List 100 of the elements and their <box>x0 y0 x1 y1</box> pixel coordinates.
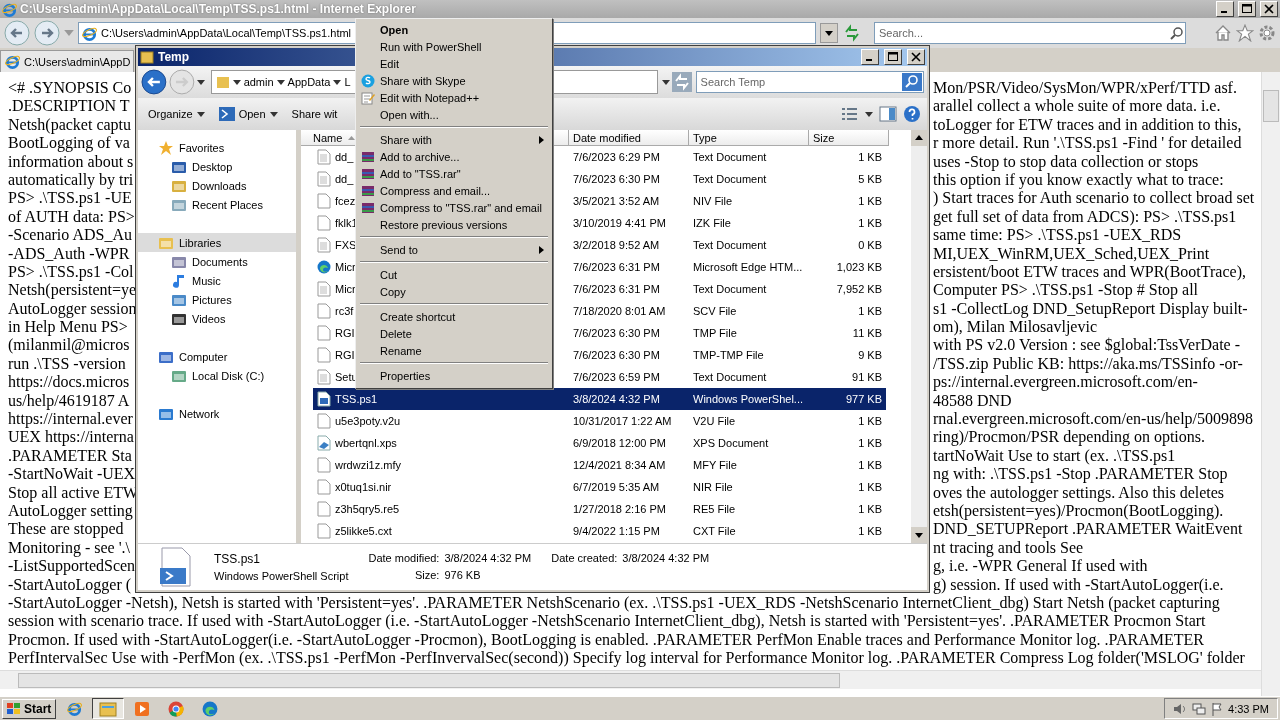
type-cell-text: NIR File <box>692 480 734 495</box>
page-text: https://docs.micros <box>8 373 131 392</box>
type-cell: Windows PowerShel... <box>689 388 809 410</box>
page-text: UEX https://interna <box>8 428 133 447</box>
page-text: session with scenario trace. If used with -StartAutoLogger (i.e. -StartAutoLogger -NetshScenario InternetClient_dbg), Netsh is started with 'Persistent=yes'. .PARAMETER Procmon Start <box>8 612 1206 631</box>
date-cell-text: 7/6/2023 6:30 PM <box>572 348 661 363</box>
size-cell-text: 1 KB <box>857 502 883 517</box>
file-name: dd_ <box>335 151 354 163</box>
file-name: TSS.ps1 <box>335 393 378 405</box>
size-cell-text: 1 KB <box>857 150 883 165</box>
page-text: ) Start traces for Auth scenario to collect broad set <box>933 189 1255 208</box>
size-cell-text: 9 KB <box>857 348 883 363</box>
page-text: tartNoWait Use to start (ex. .\TSS.ps1 <box>933 446 1176 466</box>
page-text: with PS v2.0 Version : see $global:TssVerDate - <box>933 336 1240 355</box>
page-text: same time: PS> .\TSS.ps1 -UEX_RDS <box>933 226 1182 245</box>
date-cell-text: 7/6/2023 6:31 PM <box>572 282 661 297</box>
date-cell-text: 3/2/2018 9:52 AM <box>572 238 661 253</box>
page-text: Computer PS> .\TSS.ps1 -Stop # Stop all <box>933 281 1199 300</box>
detail-value: 976 KB <box>444 569 482 581</box>
page-text: -StartNoWait -UEX <box>8 465 133 484</box>
page-text: this option if you know exactly what to trace: <box>933 170 1224 190</box>
page-text: ps://internal.evergreen.microsoft.com/en- <box>933 373 1198 392</box>
page-text: PerfIntervalSec Use with -PerfMon (ex. .\TSS.ps1 -PerfMon -PerfInvervalSec(second)) Specify log interval for Performance Monitor log. .PARAMETER Compress Log folder('MSLOG' folder <box>8 649 1245 668</box>
type-cell-text: CXT File <box>692 524 737 539</box>
page-text: These are stopped <box>8 520 125 539</box>
page-text: (milanmil@micros <box>8 336 131 355</box>
page-text: oves the autologger settings. Also this deletes <box>933 483 1225 502</box>
page-text: -ListSupportedScen <box>8 557 133 576</box>
file-name: FXS <box>335 239 357 251</box>
page-text: -StartAutoLogger -Netsh), Netsh is started with 'Persistent=yes'. .PARAMETER NetshScenario (ex. .\TSS.ps1 -UEX_RDS -NetshScenario InternetClient_dbg) Start Netsh (packet capturing <box>8 593 1220 613</box>
page-text: MI,UEX_WinRM,UEX_Sched,UEX_Print <box>933 244 1210 263</box>
date-cell-text: 3/5/2021 3:52 AM <box>572 194 661 209</box>
size-cell-text: 1 KB <box>857 304 883 319</box>
type-cell-text: Text Document <box>692 370 768 385</box>
page-text: us/help/4619187 A <box>8 391 131 411</box>
size-cell-text: 1 KB <box>857 414 883 429</box>
date-cell-text: 1/27/2018 2:16 PM <box>572 502 667 517</box>
file-name: fcez <box>335 195 356 207</box>
page-text: DND_SETUPReport .PARAMETER WaitEvent <box>933 520 1243 539</box>
page-text: g, i.e. -WPR General If used with <box>933 557 1148 576</box>
file-name: wrdwzi1z.mfy <box>335 459 401 471</box>
page-text: AutoLogger setting <box>8 502 133 521</box>
page-text: https://internal.ever <box>8 410 133 429</box>
page-text: s1 -CollectLog DND_SetupReport Display built- <box>933 299 1248 319</box>
page-text: -ADS_Auth -WPR <box>8 244 131 263</box>
date-cell-text: 7/18/2020 8:01 AM <box>572 304 667 319</box>
size-cell-text: 7,952 KB <box>835 282 883 297</box>
date-cell-text: 9/4/2022 1:15 PM <box>572 524 661 539</box>
type-cell-text: MFY File <box>692 458 738 473</box>
size-cell-text: 91 KB <box>851 370 883 385</box>
file-name: RGI <box>335 327 355 339</box>
page-text: ng with: .\TSS.ps1 -Stop .PARAMETER Stop <box>933 465 1228 484</box>
size-cell-text: 1 KB <box>857 524 883 539</box>
page-text: ersistent/boot ETW traces and WPR(BootTrace), <box>933 262 1246 282</box>
type-cell-text: V2U File <box>692 414 737 429</box>
detail-label: Date modified: <box>368 552 440 564</box>
page-text: PS> .\TSS.ps1 -Col <box>8 262 133 282</box>
file-name: Micr <box>335 261 356 273</box>
file-name: Micr <box>335 283 356 295</box>
page-text: rnal.evergreen.microsoft.com/en-us/help/5009898 <box>933 410 1254 429</box>
page-text: Monitoring - see '.\ <box>8 538 131 558</box>
size-cell-text: 1 KB <box>857 216 883 231</box>
type-cell-text: Text Document <box>692 150 768 165</box>
file-name: wbertqnl.xps <box>335 437 397 449</box>
file-name: RGI <box>335 349 355 361</box>
type-cell-text: Text Document <box>692 282 768 297</box>
page-text: <# .SYNOPSIS Co <box>8 79 133 98</box>
file-name: TSS.ps1 <box>214 552 262 566</box>
page-text: uses -Stop to stop data collection or stops <box>933 152 1199 171</box>
page-text: of AUTH data: PS> <box>8 207 133 227</box>
page-text: -Scenario ADS_Au <box>8 226 133 245</box>
page-text: .DESCRIPTION T <box>8 97 131 116</box>
type-cell-text: IZK File <box>692 216 732 231</box>
type-cell-text: Microsoft Edge HTM... <box>692 260 804 275</box>
page-text: get full set of data from ADCS): PS> .\TSS.ps1 <box>933 207 1237 227</box>
size-cell: 977 KB <box>809 388 886 410</box>
page-text: .PARAMETER Sta <box>8 446 133 466</box>
type-cell-text: Text Document <box>692 238 768 253</box>
size-cell-text: 1 KB <box>857 480 883 495</box>
size-cell-text: 1 KB <box>857 194 883 209</box>
page-text: in Help Menu PS> <box>8 318 129 337</box>
page-text: run .\TSS -version <box>8 354 127 374</box>
date-cell-text: 7/6/2023 6:29 PM <box>572 150 661 165</box>
page-text: ring)/Procmon/PSR depending on options. <box>933 428 1205 447</box>
date-cell-text: 7/6/2023 6:30 PM <box>572 326 661 341</box>
type-cell-text: TMP-TMP File <box>692 348 765 363</box>
date-cell-text: 6/7/2019 5:35 AM <box>572 480 661 495</box>
detail-label: Date created: <box>551 552 618 564</box>
date-cell-text: 10/31/2017 1:22 AM <box>572 414 673 429</box>
page-text: toLogger for ETW traces and in addition to this, <box>933 115 1242 135</box>
window-title: C:\Users\admin\AppData\Local\Temp\TSS.ps1.html - Internet Explorer <box>20 2 416 16</box>
date-cell-text: 3/10/2019 4:41 PM <box>572 216 667 231</box>
page-text: arallel collect a whole suite of more data. i.e. <box>933 97 1221 116</box>
type-cell-text: Text Document <box>692 172 768 187</box>
page-text: Procmon. If used with -StartAutoLogger(i.e. -StartAutoLogger -Procmon), BootLogging is enabled. .PARAMETER PerfMon Enable traces and Performance Monitor log. .PARAMETER <box>8 630 1204 650</box>
page-text: Mon/PSR/Video/SysMon/WPR/xPerf/TTD asf. <box>933 79 1237 98</box>
page-text: 48588 DND <box>933 391 1012 411</box>
type-cell-text: SCV File <box>692 304 738 319</box>
page-text: Netsh(packet captu <box>8 115 133 135</box>
page-text: nt tracing and tools See <box>933 538 1084 558</box>
